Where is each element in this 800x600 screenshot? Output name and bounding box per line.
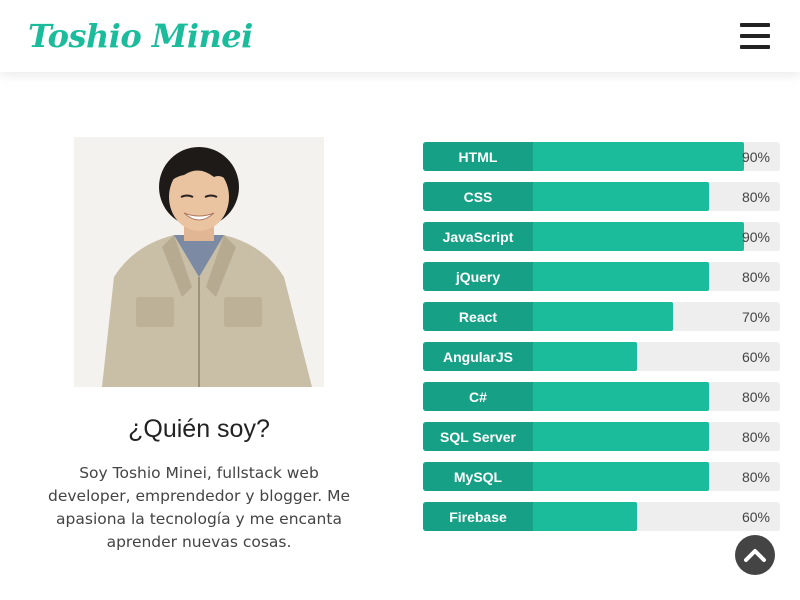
chevron-up-icon	[744, 549, 766, 562]
about-title: ¿Quién soy?	[128, 415, 270, 443]
skill-percent: 80%	[741, 428, 770, 445]
skill-bar: AngularJS 60%	[423, 342, 780, 371]
site-logo[interactable]: Toshio Minei	[28, 17, 253, 55]
hamburger-line	[740, 34, 770, 38]
skill-percent: 90%	[741, 148, 770, 165]
skill-bar: React 70%	[423, 302, 780, 331]
scroll-to-top-button[interactable]	[735, 535, 775, 575]
skill-percent: 90%	[741, 228, 770, 245]
about-section: ¿Quién soy? Soy Toshio Minei, fullstack …	[40, 137, 358, 554]
skill-percent: 60%	[741, 348, 770, 365]
skill-label: SQL Server	[423, 422, 533, 451]
skill-label: AngularJS	[423, 342, 533, 371]
skill-bar: C# 80%	[423, 382, 780, 411]
skill-percent: 80%	[741, 388, 770, 405]
skill-percent: 80%	[741, 268, 770, 285]
site-header: Toshio Minei	[0, 0, 800, 72]
about-text: Soy Toshio Minei, fullstack web develope…	[48, 464, 350, 551]
skill-bar: MySQL 80%	[423, 462, 780, 491]
skill-bar: SQL Server 80%	[423, 422, 780, 451]
skill-label: Firebase	[423, 502, 533, 531]
skills-list: HTML 90% CSS 80% JavaScript 90% jQuery 80% React…	[423, 142, 780, 542]
skill-bar: JavaScript 90%	[423, 222, 780, 251]
profile-photo	[74, 137, 324, 387]
skill-percent: 80%	[741, 188, 770, 205]
skill-bar: HTML 90%	[423, 142, 780, 171]
skill-label: MySQL	[423, 462, 533, 491]
profile-photo-illustration	[74, 137, 324, 387]
skill-percent: 60%	[741, 508, 770, 525]
skill-bar: Firebase 60%	[423, 502, 780, 531]
skill-label: jQuery	[423, 262, 533, 291]
skill-label: HTML	[423, 142, 533, 171]
skill-label: CSS	[423, 182, 533, 211]
hamburger-icon[interactable]	[740, 23, 770, 49]
skill-bar: CSS 80%	[423, 182, 780, 211]
skill-label: C#	[423, 382, 533, 411]
skill-percent: 70%	[741, 308, 770, 325]
hamburger-line	[740, 45, 770, 49]
hamburger-line	[740, 23, 770, 27]
skill-percent: 80%	[741, 468, 770, 485]
skill-label: React	[423, 302, 533, 331]
skill-bar: jQuery 80%	[423, 262, 780, 291]
skill-label: JavaScript	[423, 222, 533, 251]
